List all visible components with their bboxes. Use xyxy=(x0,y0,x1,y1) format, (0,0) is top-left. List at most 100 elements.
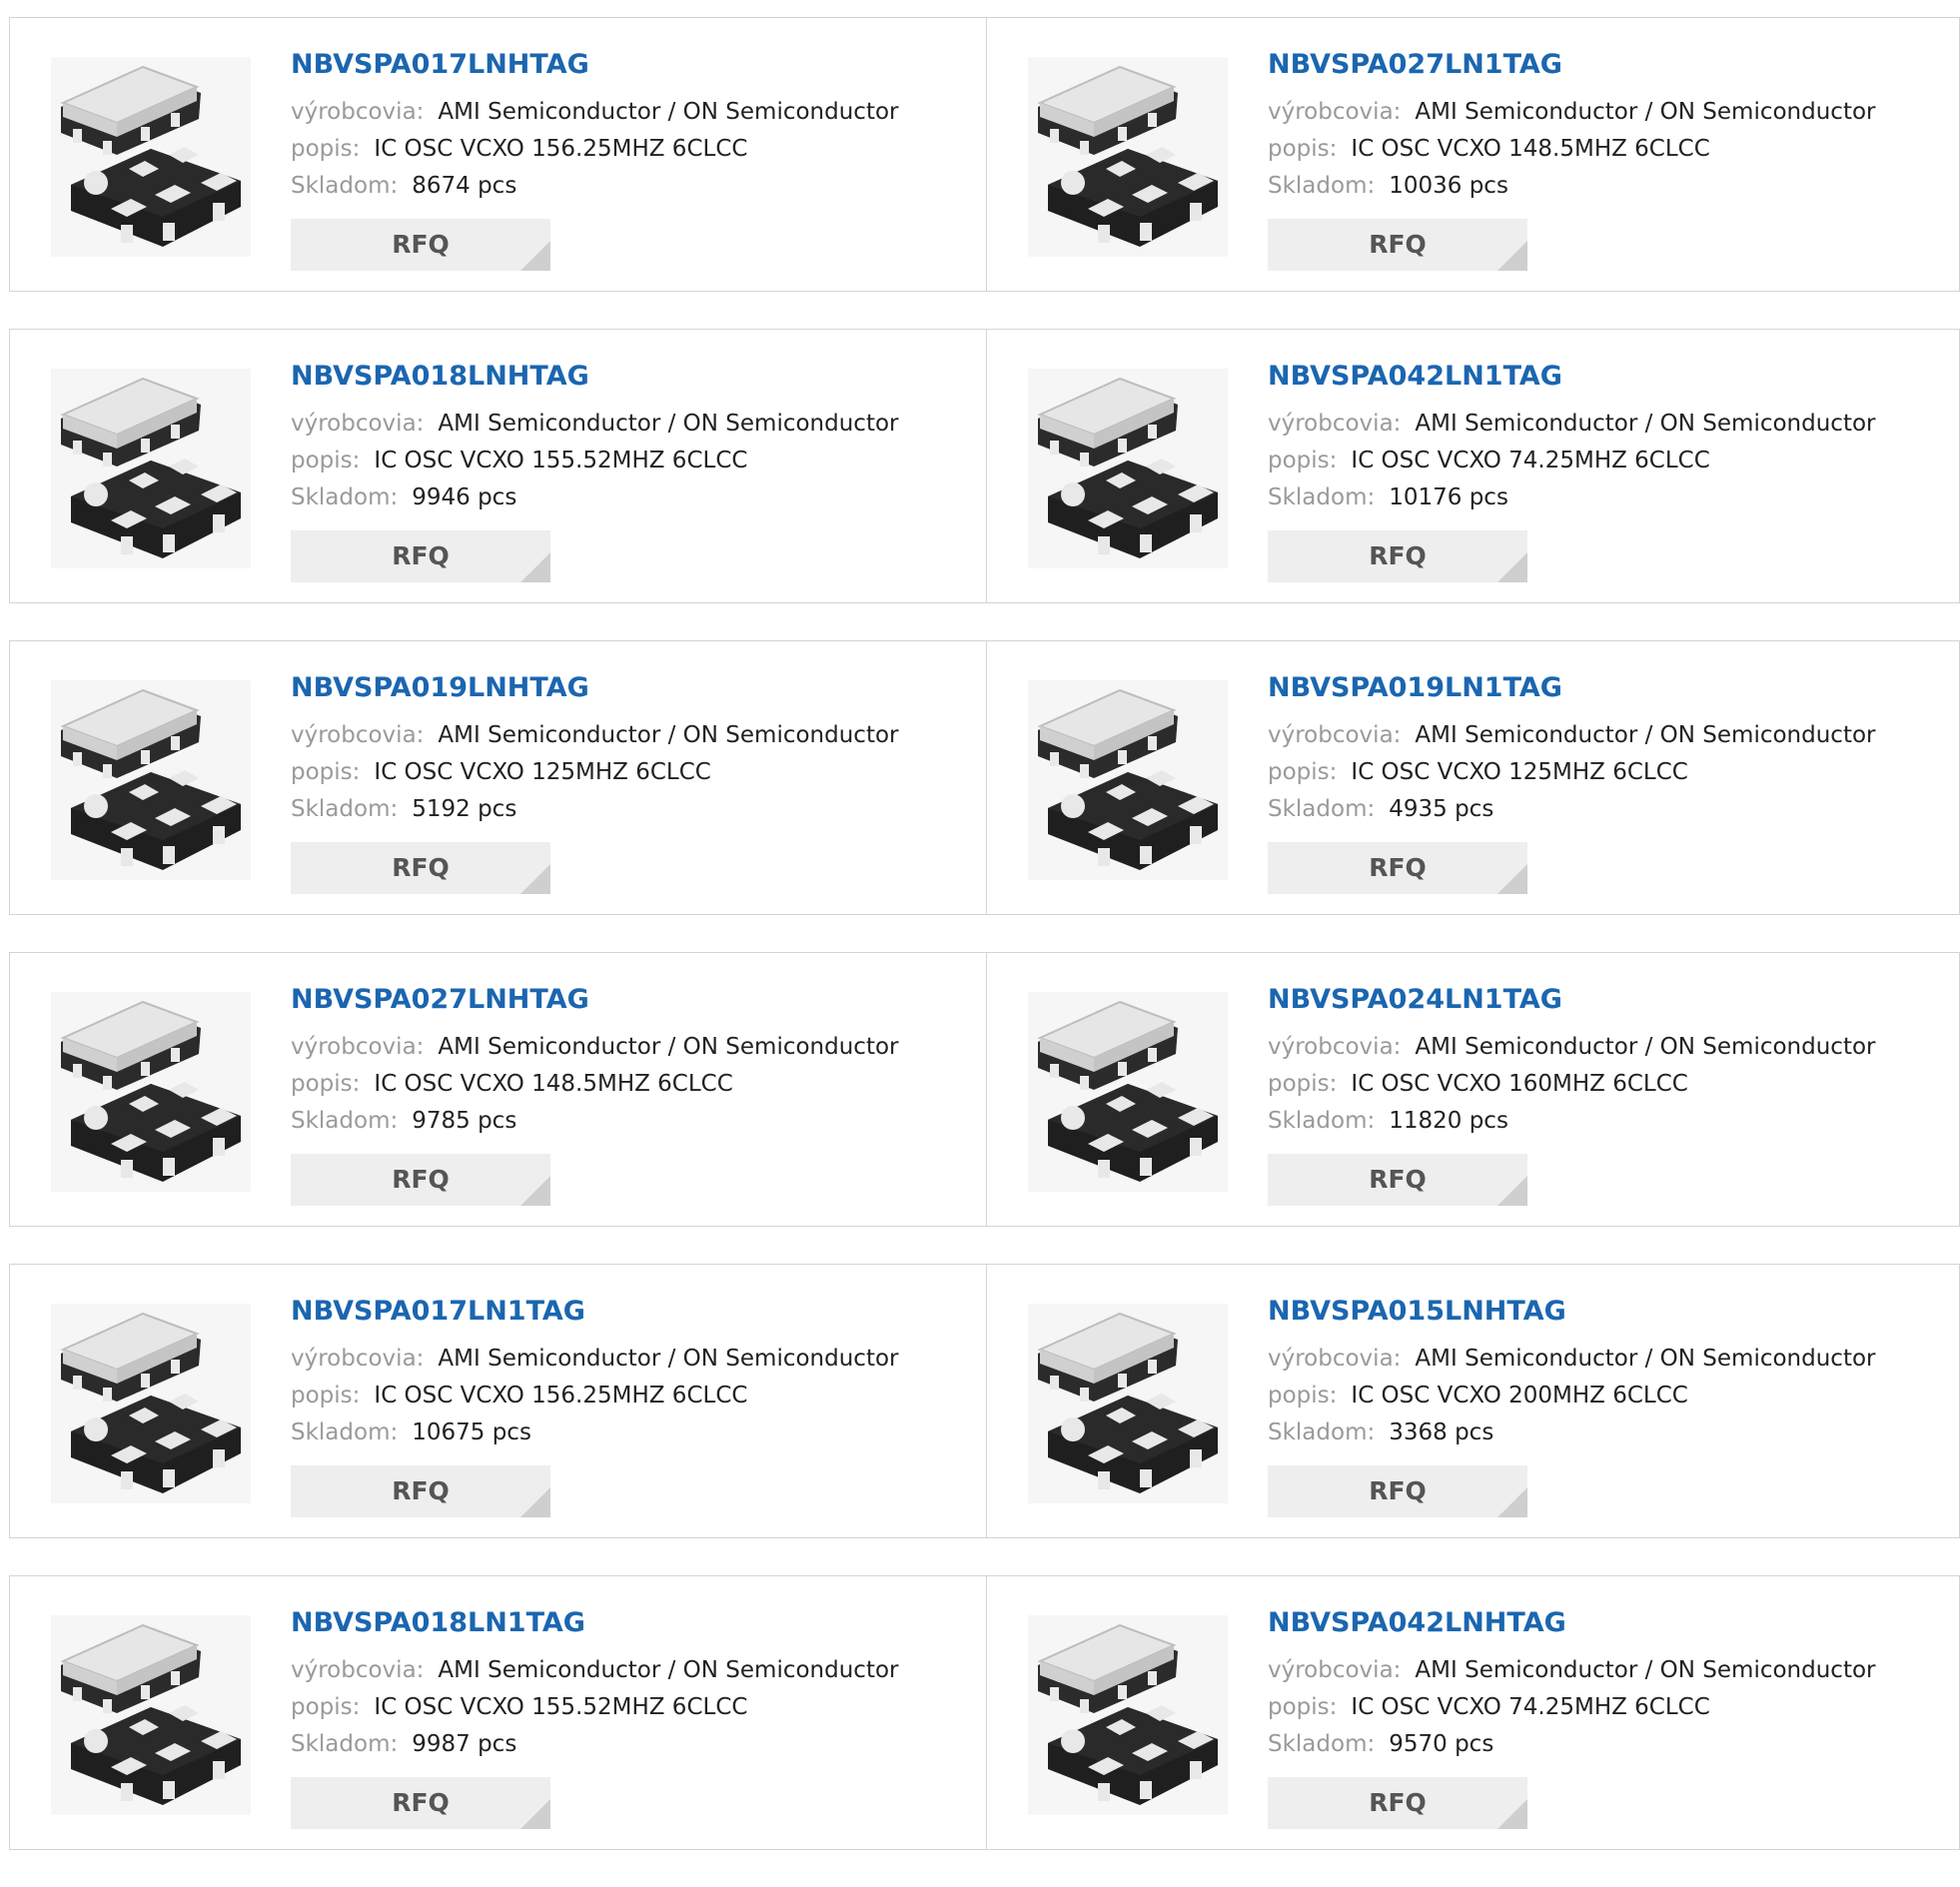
manufacturer-value: AMI Semiconductor / ON Semiconductor xyxy=(438,1034,899,1060)
stock-value: 10675 pcs xyxy=(412,1419,531,1445)
description-value: IC OSC VCXO 156.25MHZ 6CLCC xyxy=(374,1383,748,1409)
corner-triangle-icon xyxy=(1497,552,1527,582)
product-info: NBVSPA019LNHTAG výrobcovia: AMI Semiconduc… xyxy=(291,671,976,828)
oscillator-package-icon xyxy=(51,1304,251,1503)
part-number-link[interactable]: NBVSPA018LN1TAG xyxy=(291,1606,976,1640)
product-thumbnail[interactable] xyxy=(51,680,251,880)
corner-triangle-icon xyxy=(1497,1487,1527,1517)
description-line: popis: IC OSC VCXO 160MHZ 6CLCC xyxy=(1268,1066,1949,1103)
product-card: NBVSPA018LN1TAG výrobcovia: AMI Semiconduc… xyxy=(10,1576,987,1849)
description-line: popis: IC OSC VCXO 148.5MHZ 6CLCC xyxy=(291,1066,976,1103)
stock-line: Skladom: 10176 pcs xyxy=(1268,479,1949,516)
manufacturer-label: výrobcovia: xyxy=(291,1034,425,1060)
product-card: NBVSPA042LNHTAG výrobcovia: AMI Semiconduc… xyxy=(987,1576,1959,1849)
stock-value: 5192 pcs xyxy=(412,796,517,822)
rfq-button[interactable]: RFQ xyxy=(1268,1154,1527,1206)
part-number-link[interactable]: NBVSPA019LNHTAG xyxy=(291,671,976,705)
product-thumbnail[interactable] xyxy=(51,369,251,568)
corner-triangle-icon xyxy=(520,1799,550,1829)
product-thumbnail[interactable] xyxy=(51,1615,251,1815)
rfq-button-label: RFQ xyxy=(1369,541,1427,570)
manufacturer-line: výrobcovia: AMI Semiconductor / ON Semico… xyxy=(1268,406,1949,443)
rfq-button[interactable]: RFQ xyxy=(1268,842,1527,894)
rfq-button-label: RFQ xyxy=(1369,1165,1427,1194)
manufacturer-line: výrobcovia: AMI Semiconductor / ON Semico… xyxy=(291,1341,976,1378)
oscillator-package-icon xyxy=(1028,992,1228,1192)
description-label: popis: xyxy=(291,1071,361,1097)
oscillator-package-icon xyxy=(1028,369,1228,568)
corner-triangle-icon xyxy=(520,1487,550,1517)
stock-value: 9570 pcs xyxy=(1389,1731,1494,1757)
manufacturer-value: AMI Semiconductor / ON Semiconductor xyxy=(438,1657,899,1683)
manufacturer-label: výrobcovia: xyxy=(1268,722,1402,748)
manufacturer-label: výrobcovia: xyxy=(291,1657,425,1683)
stock-label: Skladom: xyxy=(1268,1419,1376,1445)
manufacturer-line: výrobcovia: AMI Semiconductor / ON Semico… xyxy=(1268,94,1949,131)
rfq-button[interactable]: RFQ xyxy=(291,1777,550,1829)
description-value: IC OSC VCXO 125MHZ 6CLCC xyxy=(374,759,711,785)
description-label: popis: xyxy=(1268,1383,1338,1409)
part-number-link[interactable]: NBVSPA015LNHTAG xyxy=(1268,1295,1949,1329)
product-thumbnail[interactable] xyxy=(1028,57,1228,257)
stock-line: Skladom: 9570 pcs xyxy=(1268,1726,1949,1763)
oscillator-package-icon xyxy=(51,1615,251,1815)
part-number-link[interactable]: NBVSPA018LNHTAG xyxy=(291,360,976,394)
stock-value: 11820 pcs xyxy=(1389,1108,1508,1134)
product-card: NBVSPA024LN1TAG výrobcovia: AMI Semiconduc… xyxy=(987,953,1959,1226)
rfq-button[interactable]: RFQ xyxy=(1268,530,1527,582)
rfq-button[interactable]: RFQ xyxy=(291,1465,550,1517)
part-number-link[interactable]: NBVSPA024LN1TAG xyxy=(1268,983,1949,1017)
manufacturer-label: výrobcovia: xyxy=(1268,1657,1402,1683)
corner-triangle-icon xyxy=(520,1176,550,1206)
rfq-button[interactable]: RFQ xyxy=(291,219,550,271)
product-thumbnail[interactable] xyxy=(51,57,251,257)
description-label: popis: xyxy=(1268,1071,1338,1097)
stock-line: Skladom: 8674 pcs xyxy=(291,168,976,205)
description-label: popis: xyxy=(291,759,361,785)
corner-triangle-icon xyxy=(1497,241,1527,271)
rfq-button[interactable]: RFQ xyxy=(1268,1777,1527,1829)
description-line: popis: IC OSC VCXO 74.25MHZ 6CLCC xyxy=(1268,1689,1949,1726)
part-number-link[interactable]: NBVSPA027LN1TAG xyxy=(1268,48,1949,82)
description-value: IC OSC VCXO 160MHZ 6CLCC xyxy=(1351,1071,1688,1097)
part-number-link[interactable]: NBVSPA027LNHTAG xyxy=(291,983,976,1017)
product-thumbnail[interactable] xyxy=(51,1304,251,1503)
oscillator-package-icon xyxy=(1028,1615,1228,1815)
product-card: NBVSPA027LN1TAG výrobcovia: AMI Semiconduc… xyxy=(987,18,1959,291)
manufacturer-value: AMI Semiconductor / ON Semiconductor xyxy=(1415,1657,1876,1683)
corner-triangle-icon xyxy=(520,864,550,894)
product-thumbnail[interactable] xyxy=(1028,1304,1228,1503)
description-label: popis: xyxy=(1268,136,1338,162)
product-thumbnail[interactable] xyxy=(51,992,251,1192)
product-thumbnail[interactable] xyxy=(1028,992,1228,1192)
product-info: NBVSPA042LNHTAG výrobcovia: AMI Semiconduc… xyxy=(1268,1606,1949,1763)
rfq-button-label: RFQ xyxy=(392,1788,450,1817)
product-thumbnail[interactable] xyxy=(1028,680,1228,880)
product-thumbnail[interactable] xyxy=(1028,1615,1228,1815)
manufacturer-line: výrobcovia: AMI Semiconductor / ON Semico… xyxy=(1268,1029,1949,1066)
rfq-button[interactable]: RFQ xyxy=(1268,1465,1527,1517)
corner-triangle-icon xyxy=(1497,1799,1527,1829)
description-label: popis: xyxy=(291,1694,361,1720)
rfq-button[interactable]: RFQ xyxy=(291,842,550,894)
stock-value: 9785 pcs xyxy=(412,1108,517,1134)
description-value: IC OSC VCXO 74.25MHZ 6CLCC xyxy=(1351,448,1710,473)
part-number-link[interactable]: NBVSPA019LN1TAG xyxy=(1268,671,1949,705)
part-number-link[interactable]: NBVSPA017LNHTAG xyxy=(291,48,976,82)
part-number-link[interactable]: NBVSPA042LN1TAG xyxy=(1268,360,1949,394)
part-number-link[interactable]: NBVSPA042LNHTAG xyxy=(1268,1606,1949,1640)
part-number-link[interactable]: NBVSPA017LN1TAG xyxy=(291,1295,976,1329)
product-thumbnail[interactable] xyxy=(1028,369,1228,568)
rfq-button[interactable]: RFQ xyxy=(291,1154,550,1206)
product-list: NBVSPA017LNHTAG výrobcovia: AMI Semiconduc… xyxy=(9,17,1960,1887)
product-card: NBVSPA042LN1TAG výrobcovia: AMI Semiconduc… xyxy=(987,330,1959,602)
rfq-button[interactable]: RFQ xyxy=(1268,219,1527,271)
corner-triangle-icon xyxy=(520,552,550,582)
description-label: popis: xyxy=(291,448,361,473)
product-row: NBVSPA017LNHTAG výrobcovia: AMI Semiconduc… xyxy=(9,17,1960,292)
description-value: IC OSC VCXO 74.25MHZ 6CLCC xyxy=(1351,1694,1710,1720)
product-info: NBVSPA017LN1TAG výrobcovia: AMI Semiconduc… xyxy=(291,1295,976,1451)
rfq-button[interactable]: RFQ xyxy=(291,530,550,582)
stock-label: Skladom: xyxy=(1268,1731,1376,1757)
stock-value: 8674 pcs xyxy=(412,173,517,199)
